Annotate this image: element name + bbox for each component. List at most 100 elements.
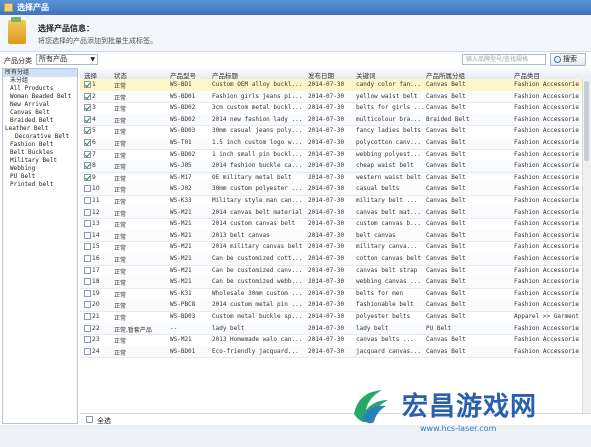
- cell-model: WS-BD03: [170, 313, 196, 320]
- category-tree[interactable]: 所有分组 未分组 All Products Woman Beaded Belt New …: [2, 68, 78, 424]
- cell-kw: candy color fan...: [356, 81, 422, 88]
- row-checkbox[interactable]: [84, 197, 91, 204]
- cell-group: Canvas Belt: [426, 92, 466, 100]
- cell-date: 2014-07-30: [308, 255, 345, 262]
- search-icon: [554, 56, 561, 63]
- cell-date: 2014-07-30: [308, 162, 345, 170]
- tree-item[interactable]: New Arrival: [3, 101, 77, 109]
- cell-group: Canvas Belt: [426, 208, 466, 216]
- cell-title: Eco-friendly jacquard...: [212, 347, 299, 355]
- cell-cat: Fashion Accessorie: [514, 173, 580, 181]
- search-button-label: 搜索: [563, 55, 577, 63]
- cell-status: 正常: [114, 141, 127, 148]
- cell-kw: polyester belts: [356, 313, 411, 320]
- cell-group: Canvas Belt: [426, 289, 466, 297]
- cell-status: 正常: [114, 245, 127, 253]
- row-checkbox[interactable]: [84, 185, 91, 193]
- cell-title: lady belt: [212, 324, 245, 332]
- row-number: 7: [92, 150, 96, 158]
- title-bar: 选择产品: [0, 0, 591, 15]
- select-all-checkbox[interactable]: [86, 416, 93, 423]
- tree-item[interactable]: Braided Belt: [3, 117, 77, 125]
- row-checkbox[interactable]: [84, 255, 91, 262]
- row-checkbox[interactable]: [84, 336, 91, 344]
- cell-title: Can be customized cott...: [212, 255, 303, 262]
- category-select[interactable]: 所有产品 ▼: [36, 54, 98, 65]
- row-checkbox[interactable]: [84, 104, 91, 112]
- cell-cat: Fashion Accessorie: [514, 347, 580, 355]
- cell-model: WS-J05: [170, 162, 192, 170]
- cell-kw: belt canvas: [356, 231, 396, 239]
- table-row[interactable]: 24 正常 WS-BD01 Eco-friendly jacquard... 2014-…: [80, 345, 591, 359]
- cell-title: Can be customized canv...: [212, 266, 303, 274]
- row-checkbox[interactable]: [84, 266, 91, 274]
- tree-item[interactable]: Decorative Belt: [3, 133, 77, 141]
- row-number: 4: [92, 115, 96, 123]
- row-checkbox[interactable]: [84, 278, 91, 286]
- row-checkbox[interactable]: [84, 127, 91, 135]
- row-checkbox[interactable]: [84, 162, 91, 170]
- cell-kw: western waist belt: [356, 173, 422, 181]
- row-checkbox[interactable]: [84, 81, 91, 88]
- row-checkbox[interactable]: [84, 243, 91, 251]
- cell-kw: polycotton canv...: [356, 139, 422, 146]
- tree-item[interactable]: Leather Belt: [3, 125, 77, 133]
- cell-model: WS-BD01: [170, 92, 196, 100]
- cell-cat: Apparel >> Garment: [514, 313, 580, 320]
- tree-item[interactable]: 所有分组: [3, 69, 77, 77]
- row-checkbox[interactable]: [84, 289, 91, 297]
- search-input[interactable]: 输入品牌型号/查找规格: [462, 54, 546, 65]
- tree-item[interactable]: All Products: [3, 85, 77, 93]
- tree-item[interactable]: Belt Buckles: [3, 149, 77, 157]
- cell-title: 1.5 inch custom logo w...: [212, 139, 303, 146]
- tree-item[interactable]: Printed belt: [3, 181, 77, 189]
- cell-model: WS-M21: [170, 243, 192, 251]
- search-button[interactable]: 搜索: [550, 53, 586, 66]
- cell-date: 2014-07-30: [308, 301, 345, 309]
- cell-status: 正常,暂套产品: [114, 326, 152, 334]
- row-checkbox[interactable]: [84, 139, 91, 146]
- row-checkbox[interactable]: [84, 92, 91, 100]
- cell-model: WS-T01: [170, 139, 192, 146]
- cell-model: WS-M21: [170, 255, 192, 262]
- tree-item[interactable]: Canvas Belt: [3, 109, 77, 117]
- row-number: 17: [92, 266, 100, 274]
- row-checkbox[interactable]: [84, 301, 91, 309]
- cell-status: 正常: [114, 199, 127, 206]
- tree-item[interactable]: Military Belt: [3, 157, 77, 165]
- cell-cat: Fashion Accessorie: [514, 92, 580, 100]
- tree-item[interactable]: 未分组: [3, 77, 77, 85]
- cell-title: 2014 new fashion lady ...: [212, 115, 303, 123]
- cell-title: Custom OEM alloy buckl...: [212, 81, 303, 88]
- row-checkbox[interactable]: [84, 173, 91, 181]
- row-checkbox[interactable]: [84, 208, 91, 216]
- tree-item[interactable]: Webbing: [3, 165, 77, 173]
- row-checkbox[interactable]: [84, 150, 91, 158]
- row-checkbox[interactable]: [84, 324, 91, 332]
- row-checkbox[interactable]: [84, 115, 91, 123]
- cell-date: 2014-07-30: [308, 173, 345, 181]
- folder-icon: [8, 17, 26, 44]
- cell-title: 2014 fashion buckle ca...: [212, 162, 303, 170]
- row-checkbox[interactable]: [84, 231, 91, 239]
- tree-item[interactable]: Fashion Belt: [3, 141, 77, 149]
- row-checkbox[interactable]: [84, 220, 91, 228]
- chevron-down-icon: ▼: [90, 56, 95, 63]
- cell-group: Canvas Belt: [426, 231, 466, 239]
- cell-model: --: [170, 324, 178, 332]
- table-scrollbar[interactable]: [582, 79, 591, 413]
- row-checkbox[interactable]: [84, 347, 91, 355]
- cell-cat: Fashion Accessorie: [514, 162, 580, 170]
- cell-status: 正常: [114, 187, 127, 195]
- cell-date: 2014-07-30: [308, 127, 345, 135]
- row-number: 1: [92, 81, 96, 88]
- cell-model: WS-BD03: [170, 127, 196, 135]
- cell-title: 2013 belt canvas: [212, 231, 270, 239]
- cell-kw: webbing canvas ...: [356, 278, 422, 286]
- cell-title: 30mm casual jeans poly...: [212, 127, 303, 135]
- cell-date: 2014-07-30: [308, 139, 345, 146]
- tree-item[interactable]: Woman Beaded Belt: [3, 93, 77, 101]
- tree-item[interactable]: PU Belt: [3, 173, 77, 181]
- cell-model: WS-K33: [170, 197, 192, 204]
- row-checkbox[interactable]: [84, 313, 91, 320]
